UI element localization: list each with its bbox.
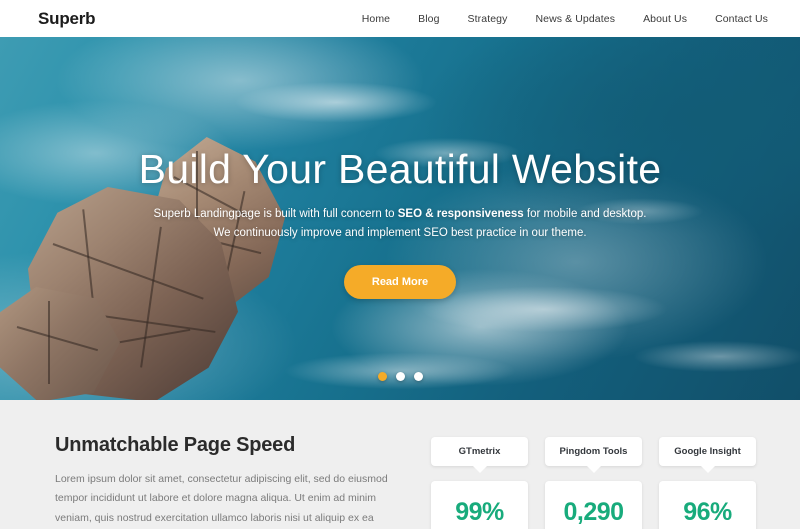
hero-sub-post: for mobile and desktop. [523,208,647,221]
nav-item-contact-us[interactable]: Contact Us [715,13,768,25]
hero-sub-line2: We continuously improve and implement SE… [213,227,587,240]
nav-item-home[interactable]: Home [362,13,390,25]
hero-sub-pre: Superb Landingpage is built with full co… [153,208,398,221]
metric-label: Google Insight [659,437,756,466]
page-speed-section: Unmatchable Page Speed Lorem ipsum dolor… [0,400,800,529]
nav-item-about-us[interactable]: About Us [643,13,687,25]
hero-sub-emphasis: SEO & responsiveness [397,208,524,221]
hero-sub-line1: Superb Landingpage is built with full co… [154,208,647,220]
carousel-dot-1[interactable] [377,372,387,381]
metric-value: 96% [659,481,756,529]
metric-value: 99% [431,481,528,529]
carousel-dot-3[interactable] [413,372,423,381]
page-speed-text-column: Unmatchable Page Speed Lorem ipsum dolor… [55,434,395,529]
hero-subheadline: Superb Landingpage is built with full co… [0,205,800,243]
main-navigation: Home Blog Strategy News & Updates About … [362,13,768,25]
nav-item-blog[interactable]: Blog [418,13,439,25]
metric-card-google-insight: Google Insight 96% [659,437,756,529]
metric-value: 0,290 [545,481,642,529]
nav-item-news-updates[interactable]: News & Updates [535,13,615,25]
section-heading: Unmatchable Page Speed [55,434,296,456]
metric-label: Pingdom Tools [545,437,642,466]
metric-label: GTmetrix [431,437,528,466]
hero-headline: Build Your Beautiful Website [138,146,662,192]
site-logo[interactable]: Superb [38,9,96,29]
section-paragraph: Lorem ipsum dolor sit amet, consectetur … [55,473,388,524]
read-more-button[interactable]: Read More [343,265,457,300]
metric-card-pingdom-tools: Pingdom Tools 0,290 [545,437,642,529]
nav-item-strategy[interactable]: Strategy [468,13,508,25]
hero-banner: Build Your Beautiful Website Superb Land… [0,37,800,400]
hero-content: Build Your Beautiful Website Superb Land… [0,145,800,300]
metric-card-gtmetrix: GTmetrix 99% [431,437,528,529]
carousel-dots [0,372,800,381]
site-header: Superb Home Blog Strategy News & Updates… [0,0,800,37]
carousel-dot-2[interactable] [395,372,405,381]
metric-cards: GTmetrix 99% Pingdom Tools 0,290 Google … [431,434,756,529]
